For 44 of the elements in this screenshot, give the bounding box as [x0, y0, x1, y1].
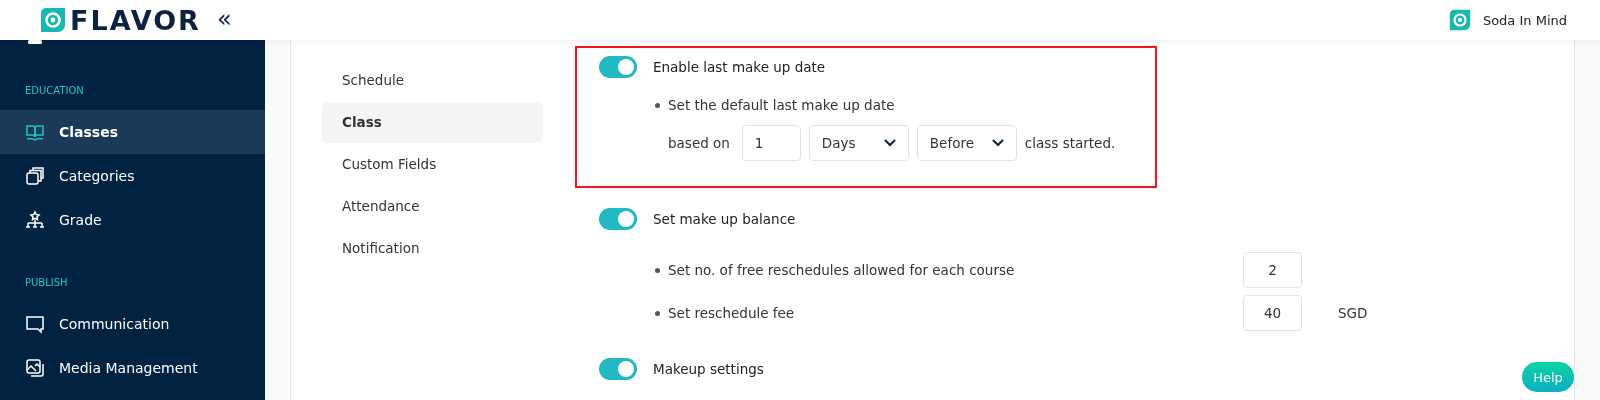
setting-title: Set make up balance — [653, 211, 796, 227]
chat-bubble-icon — [25, 314, 45, 334]
settings-tab[interactable]: Attendance — [322, 186, 543, 227]
setting-description: Set the default last make up date — [668, 97, 895, 113]
bullet-icon — [655, 102, 660, 108]
setting-description: Set no. of free reschedules allowed for each course — [668, 262, 1016, 278]
image-gallery-icon — [25, 358, 45, 378]
hierarchy-icon — [25, 210, 45, 230]
collapse-sidebar-button[interactable]: « — [204, 6, 232, 34]
toggle-switch[interactable] — [599, 208, 637, 230]
sidebar-section-heading: PUBLISH — [24, 276, 69, 290]
currency-label: SGD — [1338, 305, 1368, 321]
sidebar-item[interactable]: Categories — [0, 154, 265, 198]
number-input[interactable]: 2 — [1243, 252, 1302, 288]
settings-tab[interactable]: Notification — [322, 228, 543, 269]
sidebar-item[interactable]: Communication — [0, 302, 265, 346]
logo-icon — [40, 7, 66, 33]
toggle-switch[interactable] — [599, 56, 637, 78]
relation-dropdown[interactable]: Before — [916, 125, 1017, 161]
sidebar-item[interactable]: Classes — [0, 110, 265, 154]
setting-description: Set reschedule fee — [668, 305, 796, 321]
chevron-down-icon — [883, 139, 896, 147]
setting-title: Enable last make up date — [653, 59, 826, 75]
setting-title: Makeup settings — [653, 361, 764, 377]
unit-dropdown[interactable]: Days — [808, 125, 909, 161]
number-input[interactable]: 40 — [1243, 295, 1302, 331]
amount-input[interactable]: 1 — [741, 125, 801, 161]
sidebar-item[interactable]: Media Management — [0, 346, 265, 390]
settings-tab[interactable]: Custom Fields — [322, 144, 543, 185]
settings-tab[interactable]: Class — [322, 102, 543, 143]
bullet-icon — [655, 267, 660, 273]
sidebar-section-heading: EDUCATION — [24, 84, 85, 98]
chevron-down-icon — [991, 139, 1004, 147]
field-label: based on — [668, 135, 730, 151]
sidebar-item[interactable]: Grade — [0, 198, 265, 242]
stacked-cards-icon — [25, 166, 45, 186]
logo-wordmark: FLAVOR — [70, 4, 201, 36]
book-icon — [25, 122, 45, 142]
account-logo-icon — [1448, 9, 1471, 31]
bullet-icon — [655, 310, 660, 316]
account-name[interactable]: Soda In Mind — [1482, 12, 1567, 28]
field-label: class started. — [1024, 135, 1116, 151]
toggle-switch[interactable] — [599, 358, 637, 380]
settings-tab[interactable]: Schedule — [322, 60, 543, 101]
